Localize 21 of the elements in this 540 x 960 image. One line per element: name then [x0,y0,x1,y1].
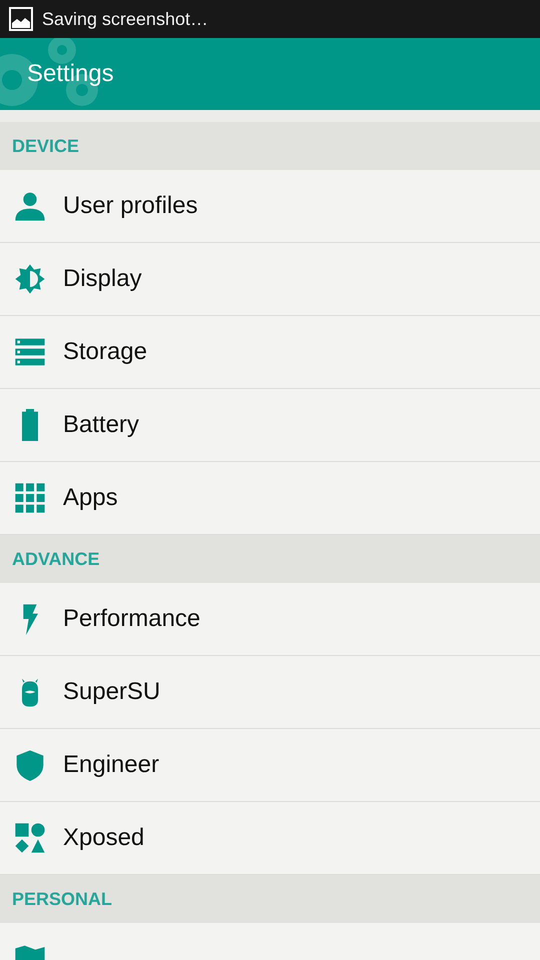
section-header: ADVANCE [0,535,540,583]
settings-item[interactable]: Performance [0,583,540,656]
settings-item[interactable]: Apps [0,462,540,535]
section-header: DEVICE [0,122,540,170]
settings-item[interactable]: Engineer [0,729,540,802]
settings-item[interactable]: User profiles [0,170,540,243]
notification-text: Saving screenshot… [42,8,208,30]
settings-item[interactable]: Xposed [0,802,540,875]
settings-item[interactable]: Storage [0,316,540,389]
image-icon [9,7,33,31]
person-icon [14,190,46,222]
storage-icon [14,336,46,368]
settings-item[interactable]: Display [0,243,540,316]
grid-icon [14,482,46,514]
shield-icon [14,749,46,781]
brightness-icon [14,263,46,295]
shapes-icon [14,822,46,854]
screen-title: Settings [26,60,114,88]
settings-item[interactable]: Battery [0,389,540,462]
settings-item[interactable]: SuperSU [0,656,540,729]
section-header: PERSONAL [0,875,540,923]
